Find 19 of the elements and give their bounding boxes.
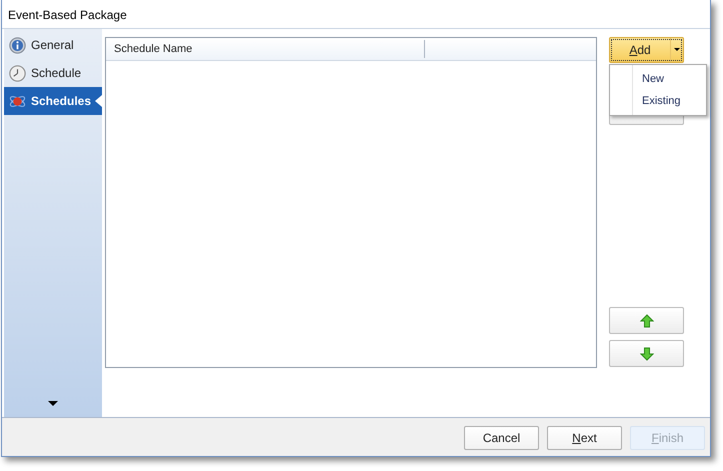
up-arrow-icon [640, 314, 654, 328]
move-up-button[interactable] [609, 307, 684, 334]
caret-icon[interactable] [48, 401, 58, 407]
down-arrow-icon [640, 346, 654, 360]
sidebar-item[interactable]: Schedules [4, 87, 102, 115]
menu-item[interactable]: Existing [610, 90, 706, 112]
selection-pointer [95, 95, 102, 107]
sidebar-item[interactable]: General [4, 31, 102, 59]
menu-item[interactable]: New [610, 68, 706, 90]
move-down-button[interactable] [609, 340, 684, 367]
info-icon [9, 36, 26, 54]
add-button[interactable]: Add [610, 38, 671, 62]
cancel-button[interactable]: Cancel [464, 426, 539, 450]
add-split-button[interactable]: Add [609, 37, 684, 63]
next-button[interactable]: Next [547, 426, 622, 450]
sidebar-item[interactable]: Schedule [4, 59, 102, 87]
dropdown-arrow-icon[interactable] [674, 48, 680, 52]
window-title: Event-Based Package [7, 7, 128, 24]
clock-icon [9, 64, 26, 82]
